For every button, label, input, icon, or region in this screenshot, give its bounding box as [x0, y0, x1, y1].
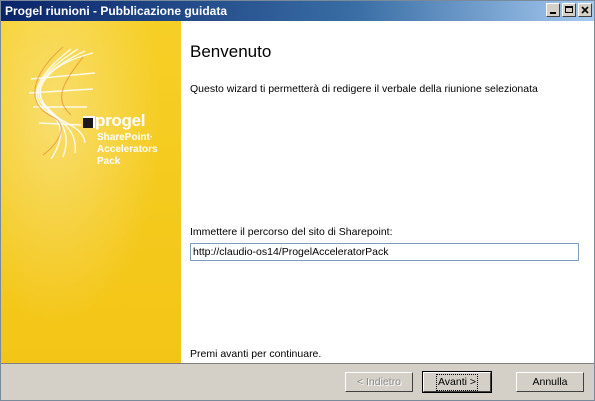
close-icon	[581, 6, 589, 14]
window-title: Progel riunioni - Pubblicazione guidata	[5, 4, 228, 18]
window-controls	[546, 3, 592, 17]
wizard-description: Questo wizard ti permetterà di redigere …	[190, 83, 538, 95]
sharepoint-path-input[interactable]	[190, 243, 579, 261]
page-title: Benvenuto	[190, 42, 272, 61]
sidebar-banner: progel SharePoint· Accelerators Pack	[1, 21, 181, 363]
continue-hint: Premi avanti per continuare.	[190, 348, 322, 360]
back-button-label: < Indietro	[356, 375, 402, 388]
progel-logo-mark	[83, 116, 95, 128]
cancel-button[interactable]: Annulla	[516, 372, 584, 392]
maximize-icon	[565, 6, 573, 13]
next-button-label: Avanti >	[435, 373, 479, 391]
title-bar[interactable]: Progel riunioni - Pubblicazione guidata	[1, 1, 594, 21]
next-button[interactable]: Avanti >	[422, 371, 492, 393]
minimize-button[interactable]	[546, 3, 560, 17]
button-bar: < Indietro Avanti > Annulla	[1, 363, 594, 400]
cancel-button-label: Annulla	[532, 375, 568, 388]
product-line-1: SharePoint·	[97, 132, 154, 143]
close-button[interactable]	[578, 3, 592, 17]
sharepoint-path-label: Immettere il percorso del sito di Sharep…	[190, 226, 393, 238]
minimize-icon	[550, 12, 556, 14]
wizard-window: Progel riunioni - Pubblicazione guidata	[0, 0, 595, 401]
maximize-button[interactable]	[562, 3, 576, 17]
product-line-2: Accelerators Pack	[97, 144, 158, 167]
product-name: SharePoint· Accelerators Pack	[97, 132, 181, 168]
back-button[interactable]: < Indietro	[345, 372, 413, 392]
sharepoint-logo-icon	[28, 46, 96, 160]
brand-name: progel	[95, 111, 146, 130]
